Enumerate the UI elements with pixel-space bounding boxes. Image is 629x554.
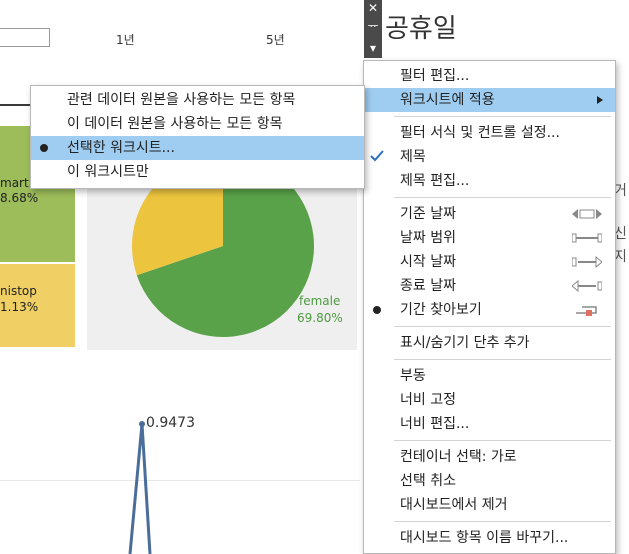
divider xyxy=(0,104,30,106)
close-icon[interactable]: ✕ xyxy=(364,0,382,16)
pie-value-female: 69.80% xyxy=(297,311,343,325)
menu-item-label: 이 워크시트만 xyxy=(67,164,149,180)
menu-item-end-date[interactable]: 종료 날짜 xyxy=(364,274,615,298)
treemap-cell[interactable]: nistop 1.13% xyxy=(0,264,75,347)
menu-separator xyxy=(394,521,611,522)
menu-item-label: 선택 취소 xyxy=(400,473,456,489)
peak-point xyxy=(139,421,145,427)
peak-value-label: 0.9473 xyxy=(146,415,195,431)
checkmark-icon xyxy=(364,145,390,169)
treemap-cell-value: 1.13% xyxy=(0,300,39,314)
menu-item-apply-to-worksheets[interactable]: 워크시트에 적용 xyxy=(364,88,615,112)
menu-item-relative-date[interactable]: 기준 날짜 xyxy=(364,202,615,226)
menu-item-label: 제목 편집... xyxy=(400,173,470,189)
menu-item-label: 관련 데이터 원본을 사용하는 모든 항목 xyxy=(67,92,296,108)
menu-item-label: 필터 편집... xyxy=(400,68,470,84)
menu-item-edit-width[interactable]: 너비 편집... xyxy=(364,412,615,436)
treemap-cell-label: nistop xyxy=(0,284,37,298)
menu-item-label: 대시보드에서 제거 xyxy=(400,497,508,513)
range-label-5y: 5년 xyxy=(266,33,285,47)
menu-item-label: 필터 서식 및 컨트롤 설정... xyxy=(400,125,560,141)
menu-item-label: 시작 날짜 xyxy=(400,254,456,270)
menu-item-label: 기간 찾아보기 xyxy=(400,302,482,318)
menu-item-label: 너비 고정 xyxy=(400,392,456,408)
menu-item-label: 이 데이터 원본을 사용하는 모든 항목 xyxy=(67,116,283,132)
apply-to-worksheets-submenu: 관련 데이터 원본을 사용하는 모든 항목 이 데이터 원본을 사용하는 모든 … xyxy=(30,85,365,189)
menu-item-add-show-hide[interactable]: 표시/숨기기 단추 추가 xyxy=(364,331,615,355)
menu-item-label: 표시/숨기기 단추 추가 xyxy=(400,335,530,351)
treemap-cell-value: 8.68% xyxy=(0,191,39,205)
holiday-title: 공휴일 xyxy=(385,14,457,44)
menu-item-browse-periods[interactable]: 기간 찾아보기 xyxy=(364,298,615,322)
menu-item-fix-width[interactable]: 너비 고정 xyxy=(364,388,615,412)
submenu-item-related-sources[interactable]: 관련 데이터 원본을 사용하는 모든 항목 xyxy=(31,88,364,112)
filter-context-menu: 필터 편집... 워크시트에 적용 필터 서식 및 컨트롤 설정... 제목 제… xyxy=(363,60,616,554)
menu-item-label: 선택한 워크시트... xyxy=(67,140,175,156)
menu-item-label: 워크시트에 적용 xyxy=(400,92,495,108)
menu-item-label: 부동 xyxy=(400,368,426,384)
submenu-arrow-icon xyxy=(597,96,603,104)
menu-item-edit-filter[interactable]: 필터 편집... xyxy=(364,64,615,88)
treemap-cell-label: mart xyxy=(0,176,29,190)
quick-filter-input[interactable] xyxy=(0,28,50,47)
radio-selected-icon xyxy=(364,298,390,322)
menu-item-label: 종료 날짜 xyxy=(400,278,456,294)
menu-item-label: 날짜 범위 xyxy=(400,230,456,246)
line-series xyxy=(128,423,152,554)
menu-item-label: 기준 날짜 xyxy=(400,206,456,222)
pie-label-female: female xyxy=(299,294,341,308)
submenu-item-this-source[interactable]: 이 데이터 원본을 사용하는 모든 항목 xyxy=(31,112,364,136)
menu-item-format-filters[interactable]: 필터 서식 및 컨트롤 설정... xyxy=(364,121,615,145)
menu-item-edit-title[interactable]: 제목 편집... xyxy=(364,169,615,193)
submenu-item-selected-worksheets[interactable]: 선택한 워크시트... xyxy=(31,136,364,160)
menu-item-label: 제목 xyxy=(400,149,426,165)
radio-selected-icon xyxy=(31,136,57,160)
menu-item-date-range[interactable]: 날짜 범위 xyxy=(364,226,615,250)
menu-item-floating[interactable]: 부동 xyxy=(364,364,615,388)
menu-item-title[interactable]: 제목 xyxy=(364,145,615,169)
submenu-item-only-this[interactable]: 이 워크시트만 xyxy=(31,160,364,184)
pin-icon[interactable]: ᅲ xyxy=(364,18,382,34)
menu-separator xyxy=(394,326,611,327)
menu-separator xyxy=(394,359,611,360)
menu-item-label: 대시보드 항목 이름 바꾸기... xyxy=(400,530,569,546)
menu-item-start-date[interactable]: 시작 날짜 xyxy=(364,250,615,274)
menu-separator xyxy=(394,440,611,441)
menu-item-label: 컨테이너 선택: 가로 xyxy=(400,449,517,465)
menu-item-label: 너비 편집... xyxy=(400,416,470,432)
menu-item-rename-item[interactable]: 대시보드 항목 이름 바꾸기... xyxy=(364,526,615,550)
menu-item-deselect[interactable]: 선택 취소 xyxy=(364,469,615,493)
object-control-strip: ✕ ᅲ ▾ xyxy=(364,0,382,58)
menu-separator xyxy=(394,197,611,198)
dropdown-icon[interactable]: ▾ xyxy=(364,40,382,56)
menu-item-remove-from-dashboard[interactable]: 대시보드에서 제거 xyxy=(364,493,615,517)
range-label-1y: 1년 xyxy=(116,33,135,47)
menu-separator xyxy=(394,116,611,117)
menu-item-select-container[interactable]: 컨테이너 선택: 가로 xyxy=(364,445,615,469)
